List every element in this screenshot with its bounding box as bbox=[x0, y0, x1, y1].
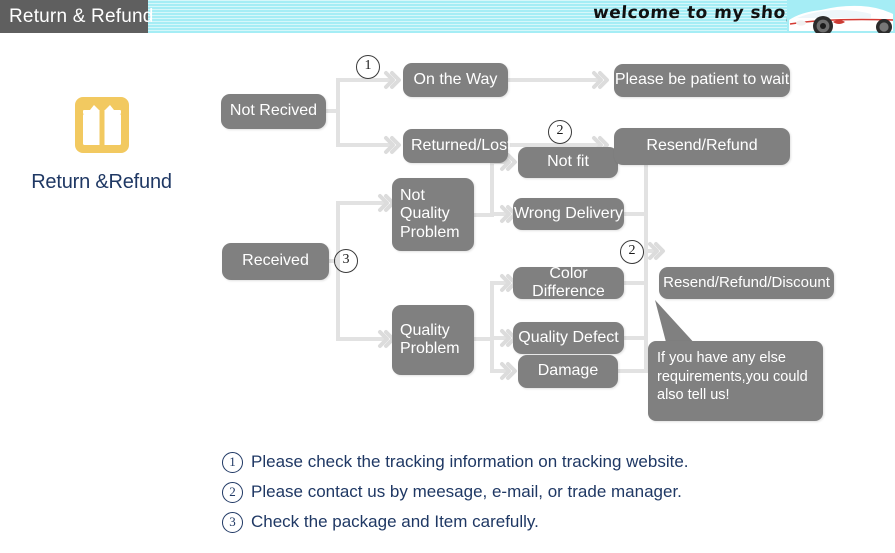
footnote-row-1: 1 Please check the tracking information … bbox=[222, 447, 842, 477]
node-received[interactable]: Received bbox=[222, 243, 329, 280]
header-tab-title: Return & Refund bbox=[0, 0, 153, 33]
footnote-row-3: 3 Check the package and Item carefully. bbox=[222, 507, 842, 537]
footnote-number-1: 1 bbox=[222, 451, 243, 473]
sports-car-icon bbox=[787, 0, 895, 33]
welcome-message: welcome to my shop bbox=[591, 3, 799, 23]
marker-2-bottom: 2 bbox=[620, 240, 644, 264]
flowchart: Not Recived Received On the Way Returned… bbox=[0, 33, 895, 443]
node-quality-problem[interactable]: Quality Problem bbox=[392, 305, 474, 375]
node-wrong-delivery[interactable]: Wrong Delivery bbox=[513, 198, 624, 230]
node-quality-defect[interactable]: Quality Defect bbox=[513, 322, 624, 354]
node-please-be-patient[interactable]: Please be patient to wait bbox=[614, 64, 790, 97]
footnote-text-3: Check the package and Item carefully. bbox=[251, 512, 539, 531]
node-damage[interactable]: Damage bbox=[518, 355, 618, 388]
node-not-fit[interactable]: Not fit bbox=[518, 147, 618, 178]
node-color-difference[interactable]: Color Difference bbox=[513, 265, 624, 300]
node-returned-lost[interactable]: Returned/Lost bbox=[403, 129, 512, 163]
marker-3: 3 bbox=[334, 249, 358, 273]
marker-1: 1 bbox=[356, 55, 380, 79]
footnote-text-1: Please check the tracking information on… bbox=[251, 452, 689, 471]
node-not-quality-problem[interactable]: Not Quality Problem bbox=[392, 178, 474, 251]
footnotes-list: 1 Please check the tracking information … bbox=[222, 447, 842, 537]
page-header: Return & Refund welcome to my shop bbox=[0, 0, 895, 33]
node-resend-refund-discount[interactable]: Resend/Refund/Discount bbox=[659, 267, 834, 299]
footnote-row-2: 2 Please contact us by meesage, e-mail, … bbox=[222, 477, 842, 507]
node-resend-refund[interactable]: Resend/Refund bbox=[614, 128, 790, 165]
marker-2-top: 2 bbox=[548, 120, 572, 144]
callout-bubble: If you have any else requirements,you co… bbox=[648, 341, 823, 421]
footnote-number-2: 2 bbox=[222, 481, 243, 503]
footnote-number-3: 3 bbox=[222, 511, 243, 533]
footnote-text-2: Please contact us by meesage, e-mail, or… bbox=[251, 482, 682, 501]
node-not-received[interactable]: Not Recived bbox=[221, 94, 326, 129]
node-on-the-way[interactable]: On the Way bbox=[403, 63, 508, 97]
